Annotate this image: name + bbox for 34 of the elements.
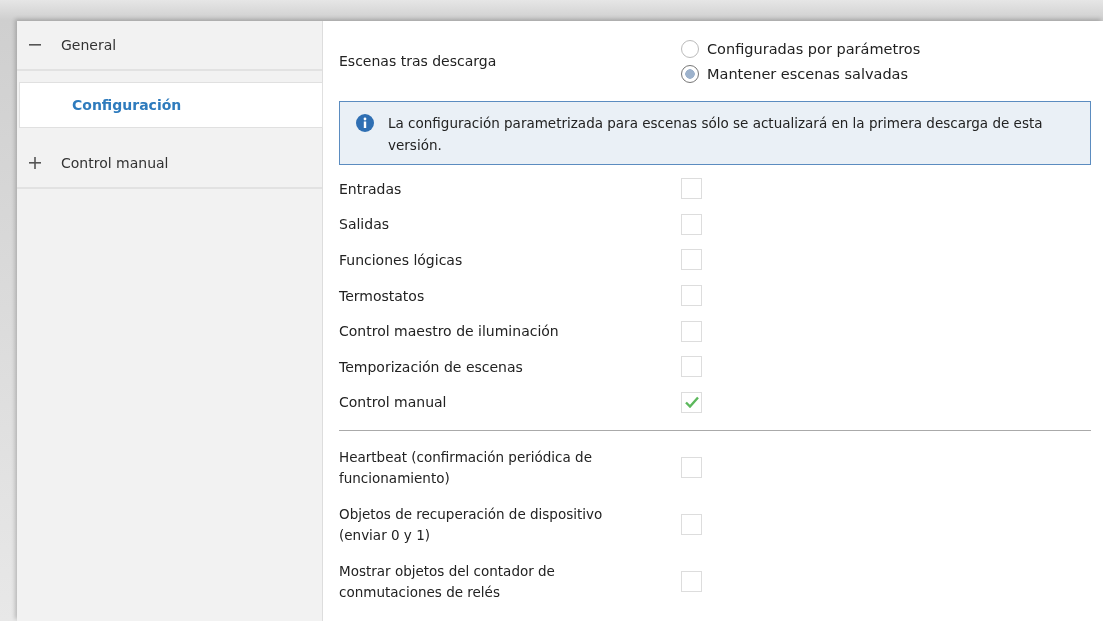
- checkbox[interactable]: [681, 249, 702, 271]
- setting-label: Control maestro de iluminación: [339, 323, 560, 340]
- radio-button[interactable]: [681, 64, 699, 83]
- info-icon: [356, 114, 374, 132]
- sidebar-item-label: Control manual: [61, 155, 169, 171]
- checkbox[interactable]: [681, 213, 702, 235]
- checkmark-icon: [684, 396, 699, 409]
- checkbox[interactable]: [681, 356, 702, 378]
- checkbox[interactable]: [681, 320, 702, 342]
- setting-label: Salidas: [339, 216, 390, 233]
- radio-label[interactable]: Configuradas por parámetros: [707, 40, 921, 57]
- checkbox[interactable]: [681, 514, 702, 536]
- radio-label[interactable]: Mantener escenas salvadas: [707, 65, 909, 82]
- info-text: La configuración parametrizada para escenas sólo se actualizará en la primera descarga de esta versión.: [388, 114, 1044, 155]
- sidebar-subitem[interactable]: Configuración: [19, 82, 323, 128]
- setting-label: Heartbeat (confirmación periódica de funcionamiento): [339, 447, 593, 488]
- setting-label: Mostrar objetos del contador de conmutaciones de relés: [339, 561, 556, 602]
- checkbox[interactable]: [681, 391, 702, 413]
- setting-label: Escenas tras descarga: [339, 53, 498, 69]
- sidebar-item[interactable]: Control manual: [17, 139, 322, 189]
- sidebar-item-label: General: [61, 37, 117, 53]
- sidebar-item[interactable]: General: [17, 21, 322, 71]
- checkbox[interactable]: [681, 457, 702, 479]
- setting-label: Temporización de escenas: [339, 358, 524, 375]
- setting-label: Entradas: [339, 180, 403, 197]
- checkbox[interactable]: [681, 178, 702, 200]
- setting-label: Objetos de recuperación de dispositivo (enviar 0 y 1): [339, 504, 604, 545]
- radio-button[interactable]: [681, 39, 699, 58]
- expand-icon[interactable]: [29, 157, 41, 169]
- checkbox[interactable]: [681, 571, 702, 593]
- setting-label: Funciones lógicas: [339, 252, 464, 268]
- checkbox[interactable]: [681, 285, 702, 307]
- setting-label: Termostatos: [339, 287, 426, 304]
- setting-label: Control manual: [339, 394, 448, 411]
